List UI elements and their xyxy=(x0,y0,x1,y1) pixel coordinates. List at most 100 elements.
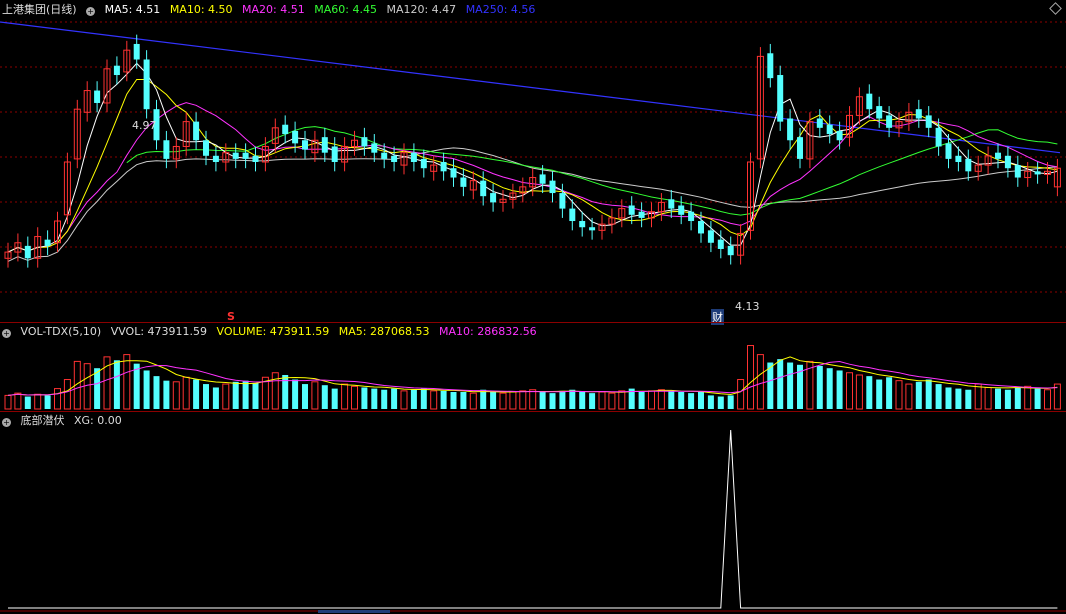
volume-bar-up xyxy=(905,383,913,410)
candle-down xyxy=(113,65,120,76)
candle-down xyxy=(44,239,51,246)
ma250-label: MA250: 4.56 xyxy=(465,3,536,16)
volume-bar-down xyxy=(727,395,734,409)
volume-bar-down xyxy=(1014,387,1021,409)
indicator-panel[interactable]: + 底部潜伏 XG: 0.00 xyxy=(0,412,1066,614)
volume-bar-down xyxy=(94,368,101,409)
volume-bar-down xyxy=(193,379,200,409)
candle-down xyxy=(965,158,972,172)
candle-down xyxy=(242,152,249,159)
candle-down xyxy=(480,180,487,197)
volume-bar-up xyxy=(1044,389,1051,410)
volume-bar-up xyxy=(974,383,982,410)
volume-bar-up xyxy=(222,383,230,410)
volume-bar-down xyxy=(292,379,299,409)
candle-down xyxy=(1004,155,1011,169)
volume-bar-up xyxy=(63,379,71,410)
candle-down xyxy=(787,118,794,141)
candle-down xyxy=(371,143,378,153)
volume-bar-up xyxy=(855,374,863,410)
indicator-chart[interactable] xyxy=(0,412,1066,614)
volume-bar-up xyxy=(747,345,754,410)
indicator-panel-toggle-icon[interactable]: + xyxy=(2,418,11,427)
volume-bar-up xyxy=(529,389,537,410)
volume-bar-down xyxy=(579,392,586,409)
candle-down xyxy=(232,152,239,159)
volume-bar-down xyxy=(480,389,487,409)
volume-bar-up xyxy=(351,385,358,410)
volume-bar-down xyxy=(925,379,932,409)
candle-down xyxy=(381,152,388,159)
ma120-label: MA120: 4.47 xyxy=(386,3,457,16)
volume-bar-down xyxy=(876,379,883,409)
candle-down xyxy=(1034,171,1041,175)
volume-bar-up xyxy=(499,392,507,410)
volume-bar-down xyxy=(232,381,239,409)
candle-down xyxy=(915,109,922,119)
volume-bar-down xyxy=(915,381,922,409)
volume-bar-down xyxy=(965,389,972,409)
candle-down xyxy=(133,43,140,60)
volume-bar-down xyxy=(321,385,328,409)
candle-down xyxy=(302,140,308,150)
volume-bar-down xyxy=(886,377,893,409)
volume-bar-up xyxy=(182,376,190,410)
price-panel[interactable]: 上港集团(日线) + MA5: 4.51 MA10: 4.50 MA20: 4.… xyxy=(0,0,1066,325)
volume-bar-up xyxy=(1024,385,1032,410)
volume-bar-down xyxy=(24,396,31,409)
candle-down xyxy=(193,121,200,141)
volume-bar-down xyxy=(826,368,833,409)
volume-bar-up xyxy=(608,392,616,410)
candle-down xyxy=(292,130,299,144)
volume-bar-down xyxy=(1004,389,1011,409)
volume-bar-down xyxy=(203,384,209,409)
indicator-toggle-icon[interactable]: + xyxy=(86,7,96,16)
price-chart[interactable] xyxy=(0,0,1066,322)
high-price-label: 4.97 xyxy=(132,119,157,132)
volume-bar-down xyxy=(331,388,338,409)
volume-bar-down xyxy=(153,376,160,409)
candle-down xyxy=(707,230,714,243)
candle-down xyxy=(688,211,695,222)
volume-bar-up xyxy=(895,380,903,410)
volume-bar-down xyxy=(420,388,427,409)
candle-down xyxy=(638,211,645,218)
volume-bar-up xyxy=(172,381,180,410)
candle-down xyxy=(579,221,586,228)
volume-bar-up xyxy=(430,390,438,410)
volume-bar-down xyxy=(450,392,457,409)
candle-down xyxy=(361,137,368,147)
volume-bar-down xyxy=(282,375,289,409)
candle-down xyxy=(727,245,734,256)
candle-down xyxy=(94,90,101,103)
volume-bar-down xyxy=(212,387,219,409)
candle-down xyxy=(826,124,833,135)
volume-toggle-icon[interactable]: + xyxy=(2,329,11,338)
candle-down xyxy=(886,115,893,128)
candle-down xyxy=(549,180,556,194)
volume-bar-down xyxy=(935,384,942,409)
ma20-label: MA20: 4.51 xyxy=(242,3,305,16)
volume-bar-down xyxy=(490,392,497,409)
volume-bar-down xyxy=(816,365,823,409)
ma20-line xyxy=(57,102,1058,244)
ma60-label: MA60: 4.45 xyxy=(314,3,377,16)
candle-down xyxy=(212,155,219,162)
candle-down xyxy=(331,146,338,162)
volume-bar-down xyxy=(777,359,784,409)
volume-value: VOLUME: 473911.59 xyxy=(216,325,330,338)
volume-panel[interactable]: + VOL-TDX(5,10) VVOL: 473911.59 VOLUME: … xyxy=(0,323,1066,411)
volume-bar-down xyxy=(302,384,308,409)
volume-bar-up xyxy=(311,381,319,410)
volume-bar-down xyxy=(163,380,170,409)
volume-bar-up xyxy=(469,392,477,410)
xg-signal-line xyxy=(8,429,1058,609)
volume-bar-up xyxy=(271,372,279,410)
volume-bar-up xyxy=(657,389,665,410)
volume-bar-down xyxy=(440,390,447,409)
volume-bar-up xyxy=(648,390,655,410)
candle-down xyxy=(935,127,942,147)
candle-down xyxy=(460,177,467,187)
volume-bar-up xyxy=(984,386,992,410)
volume-header: + VOL-TDX(5,10) VVOL: 473911.59 VOLUME: … xyxy=(2,324,543,340)
